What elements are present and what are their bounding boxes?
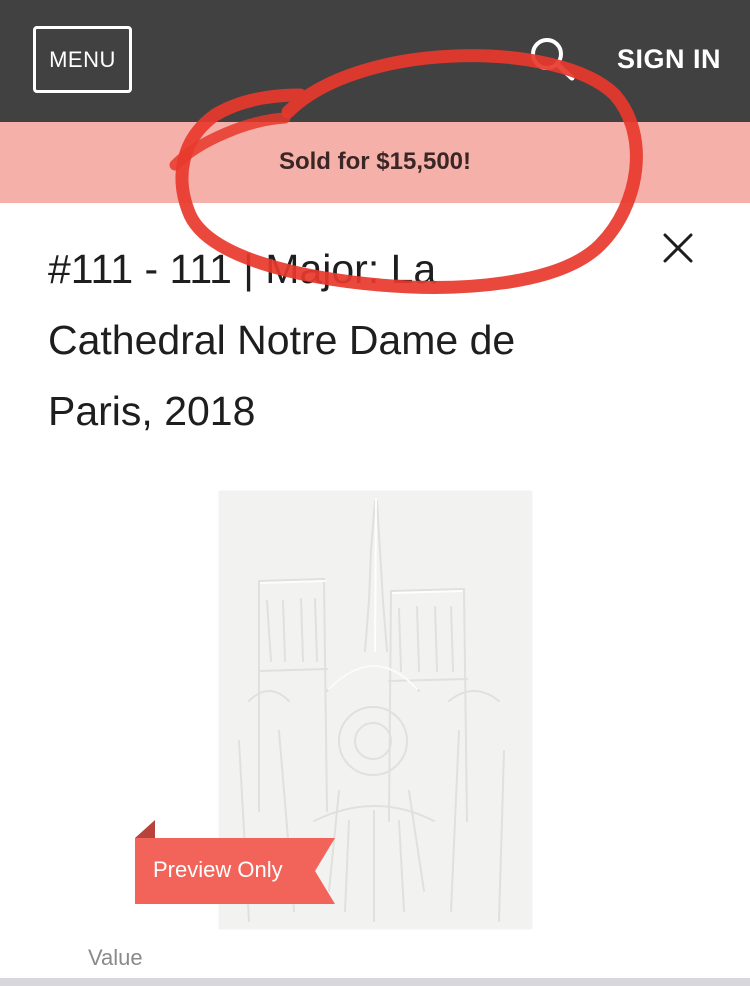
top-navbar: MENU SIGN IN bbox=[0, 0, 750, 122]
bottom-divider bbox=[0, 978, 750, 986]
preview-only-label: Preview Only bbox=[153, 857, 283, 882]
lot-detail-page: MENU SIGN IN Sold for $15,500! #111 - 11… bbox=[0, 0, 750, 986]
menu-button[interactable]: MENU bbox=[33, 26, 132, 93]
lot-title: #111 - 111 | Major: La Cathedral Notre D… bbox=[48, 234, 608, 447]
lot-title-line: Paris, 2018 bbox=[48, 388, 256, 434]
close-icon[interactable] bbox=[662, 232, 694, 264]
value-label: Value bbox=[88, 945, 143, 970]
search-icon[interactable] bbox=[528, 36, 578, 82]
sold-banner: Sold for $15,500! bbox=[0, 122, 750, 203]
sold-price-text: Sold for $15,500! bbox=[278, 147, 472, 175]
sign-in-link[interactable]: SIGN IN bbox=[617, 44, 721, 75]
lot-title-line: #111 - 111 | Major: La bbox=[48, 246, 437, 292]
lot-title-line: Cathedral Notre Dame de bbox=[48, 317, 516, 363]
